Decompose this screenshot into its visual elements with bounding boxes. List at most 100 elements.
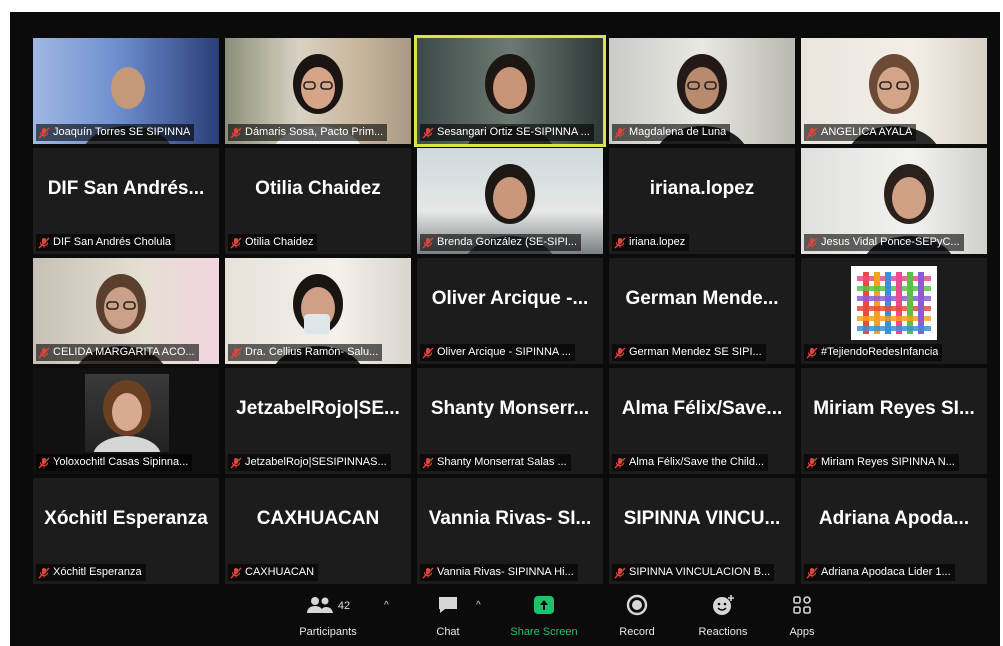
muted-mic-icon xyxy=(806,567,818,579)
participant-name: DIF San Andrés Cholula xyxy=(53,236,172,248)
participant-tile[interactable]: Sesangari Ortiz SE-SIPINNA ... xyxy=(417,38,603,144)
participant-tile[interactable]: Xóchitl Esperanza Xóchitl Esperanza xyxy=(33,478,219,584)
participant-name-label: CELIDA MARGARITA ACO... xyxy=(36,344,199,361)
muted-mic-icon xyxy=(230,347,242,359)
reactions-label: Reactions xyxy=(698,626,748,638)
participant-name-label: Yoloxochitl Casas Sipinna... xyxy=(36,454,193,471)
participant-name: Yoloxochitl Casas Sipinna... xyxy=(53,456,189,468)
participant-tile[interactable]: Dámaris Sosa, Pacto Prim... xyxy=(225,38,411,144)
participants-button[interactable]: 42 Participants xyxy=(288,594,368,638)
participant-tile[interactable]: SIPINNA VINCU... SIPINNA VINCULACION B... xyxy=(609,478,795,584)
participant-name-label: Xóchitl Esperanza xyxy=(36,564,146,581)
muted-mic-icon xyxy=(422,567,434,579)
apps-label: Apps xyxy=(789,626,815,638)
participant-tile[interactable]: Brenda González (SE-SIPI... xyxy=(417,148,603,254)
participant-name: Magdalena de Luna xyxy=(629,126,727,138)
reactions-button[interactable]: Reactions xyxy=(692,594,754,638)
reactions-icon xyxy=(711,594,735,619)
participant-tile[interactable]: Jesus Vidal Ponce-SEPyC... xyxy=(801,148,987,254)
participant-name: Jesus Vidal Ponce-SEPyC... xyxy=(821,236,960,248)
participant-name: Alma Félix/Save the Child... xyxy=(629,456,765,468)
participant-name: Otilia Chaidez xyxy=(245,236,314,248)
participant-display-name: Adriana Apoda... xyxy=(818,508,970,529)
participant-name-label: Vannia Rivas- SIPINNA Hi... xyxy=(420,564,578,581)
participant-tile[interactable]: CELIDA MARGARITA ACO... xyxy=(33,258,219,364)
muted-mic-icon xyxy=(614,237,626,249)
participant-tile[interactable]: Dra. Cellius Ramón- Salu... xyxy=(225,258,411,364)
participant-name: Sesangari Ortiz SE-SIPINNA ... xyxy=(437,126,590,138)
participant-name: CELIDA MARGARITA ACO... xyxy=(53,346,195,358)
participant-tile[interactable]: Yoloxochitl Casas Sipinna... xyxy=(33,368,219,474)
meeting-window: Joaquín Torres SE SIPINNA Dámaris Sosa, P… xyxy=(10,12,1000,646)
participant-name: Xóchitl Esperanza xyxy=(53,566,142,578)
muted-mic-icon xyxy=(806,237,818,249)
muted-mic-icon xyxy=(38,127,50,139)
participant-name: iriana.lopez xyxy=(629,236,686,248)
muted-mic-icon xyxy=(806,127,818,139)
muted-mic-icon xyxy=(230,567,242,579)
participant-tile[interactable]: Joaquín Torres SE SIPINNA xyxy=(33,38,219,144)
muted-mic-icon xyxy=(230,127,242,139)
participant-name: Vannia Rivas- SIPINNA Hi... xyxy=(437,566,574,578)
participant-name: JetzabelRojo|SESIPINNAS... xyxy=(245,456,387,468)
participant-name: Adriana Apodaca Lider 1... xyxy=(821,566,951,578)
participant-tile[interactable]: German Mende... German Mendez SE SIPI... xyxy=(609,258,795,364)
participant-tile[interactable]: CAXHUACAN CAXHUACAN xyxy=(225,478,411,584)
participant-display-name: CAXHUACAN xyxy=(256,508,380,529)
participant-name-label: Dra. Cellius Ramón- Salu... xyxy=(228,344,383,361)
participant-tile[interactable]: Otilia Chaidez Otilia Chaidez xyxy=(225,148,411,254)
record-button[interactable]: Record xyxy=(612,594,662,638)
participant-name-label: Sesangari Ortiz SE-SIPINNA ... xyxy=(420,124,594,141)
record-icon xyxy=(626,594,648,619)
participant-name-label: German Mendez SE SIPI... xyxy=(612,344,766,361)
share-screen-icon xyxy=(533,595,555,618)
participant-name-label: Dámaris Sosa, Pacto Prim... xyxy=(228,124,388,141)
participant-tile[interactable]: Vannia Rivas- SI... Vannia Rivas- SIPINNA… xyxy=(417,478,603,584)
participant-name-label: Magdalena de Luna xyxy=(612,124,731,141)
participant-display-name: iriana.lopez xyxy=(649,178,755,199)
participant-tile[interactable]: Alma Félix/Save... Alma Félix/Save the Ch… xyxy=(609,368,795,474)
participant-display-name: Xóchitl Esperanza xyxy=(44,508,208,529)
participant-display-name: DIF San Andrés... xyxy=(47,178,205,199)
muted-mic-icon xyxy=(422,127,434,139)
chat-icon xyxy=(437,595,459,618)
apps-button[interactable]: Apps xyxy=(782,594,822,638)
muted-mic-icon xyxy=(422,347,434,359)
muted-mic-icon xyxy=(614,567,626,579)
participant-name: Joaquín Torres SE SIPINNA xyxy=(53,126,191,138)
participant-name-label: Brenda González (SE-SIPI... xyxy=(420,234,582,251)
participant-tile[interactable]: Miriam Reyes SI... Miriam Reyes SIPINNA N… xyxy=(801,368,987,474)
participant-name-label: Shanty Monserrat Salas ... xyxy=(420,454,571,471)
participant-tile[interactable]: Shanty Monserr... Shanty Monserrat Salas … xyxy=(417,368,603,474)
participants-caret-icon[interactable]: ^ xyxy=(384,600,389,611)
participant-name-label: Oliver Arcique - SIPINNA ... xyxy=(420,344,575,361)
chat-caret-icon[interactable]: ^ xyxy=(476,600,481,611)
muted-mic-icon xyxy=(38,457,50,469)
participant-name: Brenda González (SE-SIPI... xyxy=(437,236,578,248)
participant-tile[interactable]: JetzabelRojo|SE... JetzabelRojo|SESIPINNA… xyxy=(225,368,411,474)
participant-tile[interactable]: #TejiendoRedesInfancia xyxy=(801,258,987,364)
chat-button[interactable]: Chat xyxy=(428,594,468,638)
participant-name: Oliver Arcique - SIPINNA ... xyxy=(437,346,571,358)
participant-name-label: DIF San Andrés Cholula xyxy=(36,234,176,251)
tejiendo-redes-logo xyxy=(851,266,937,340)
participant-name-label: Alma Félix/Save the Child... xyxy=(612,454,769,471)
record-label: Record xyxy=(619,626,655,638)
participant-tile[interactable]: ANGELICA AYALA xyxy=(801,38,987,144)
share-screen-button[interactable]: Share Screen xyxy=(504,594,584,638)
muted-mic-icon xyxy=(806,347,818,359)
chat-label: Chat xyxy=(436,626,460,638)
participant-tile[interactable]: iriana.lopez iriana.lopez xyxy=(609,148,795,254)
participant-display-name: SIPINNA VINCU... xyxy=(623,508,781,529)
participant-display-name: Otilia Chaidez xyxy=(255,178,381,199)
muted-mic-icon xyxy=(806,457,818,469)
participant-tile[interactable]: Adriana Apoda... Adriana Apodaca Lider 1.… xyxy=(801,478,987,584)
participant-name-label: SIPINNA VINCULACION B... xyxy=(612,564,775,581)
participant-name-label: Joaquín Torres SE SIPINNA xyxy=(36,124,195,141)
participant-name-label: CAXHUACAN xyxy=(228,564,319,581)
participant-tile[interactable]: Magdalena de Luna xyxy=(609,38,795,144)
participant-name-label: iriana.lopez xyxy=(612,234,690,251)
participant-display-name: German Mende... xyxy=(625,288,779,309)
participant-tile[interactable]: Oliver Arcique -... Oliver Arcique - SIPI… xyxy=(417,258,603,364)
participant-tile[interactable]: DIF San Andrés... DIF San Andrés Cholula xyxy=(33,148,219,254)
